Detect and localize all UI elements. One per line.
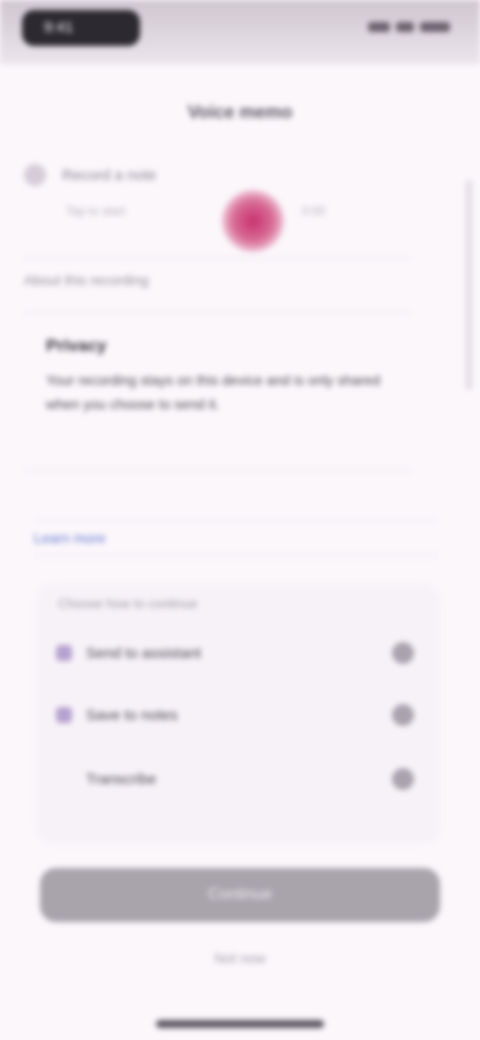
scrollbar[interactable]: [466, 180, 472, 390]
record-hint: Tap to start: [66, 204, 126, 218]
chevron-right-icon: [392, 768, 414, 790]
screen: 9:41 Voice memo Record a note Tap to sta…: [0, 0, 480, 1040]
not-now-link[interactable]: Not now: [0, 950, 480, 966]
chevron-right-icon: [392, 704, 414, 726]
wifi-icon: [396, 22, 414, 32]
list-item[interactable]: Transcribe: [50, 758, 428, 800]
assistant-icon: [56, 645, 72, 661]
record-section-row: Record a note: [24, 164, 156, 186]
status-icons: [354, 20, 450, 34]
record-section-label: Record a note: [62, 166, 157, 184]
card-title: Privacy: [46, 336, 107, 355]
divider: [24, 470, 410, 471]
signal-icon: [368, 22, 390, 32]
list-item[interactable]: Send to assistant: [50, 632, 428, 674]
learn-more-link[interactable]: Learn more: [34, 530, 106, 546]
card-body: Your recording stays on this device and …: [46, 372, 381, 412]
options-card: Choose how to continue Send to assistant…: [36, 584, 440, 844]
status-time: 9:41: [44, 19, 74, 36]
divider: [24, 258, 410, 259]
continue-button[interactable]: Continue: [40, 868, 440, 922]
record-button[interactable]: [222, 190, 284, 252]
home-indicator[interactable]: [156, 1020, 324, 1028]
list-item-label: Save to notes: [86, 706, 178, 724]
learn-more-row[interactable]: Learn more: [34, 520, 438, 556]
chevron-right-icon: [392, 642, 414, 664]
list-item[interactable]: Save to notes: [50, 694, 428, 736]
transcribe-icon: [56, 771, 72, 787]
section-heading: About this recording: [24, 272, 149, 288]
list-item-label: Send to assistant: [86, 644, 202, 662]
status-bar: 9:41: [0, 0, 480, 64]
check-icon: [24, 164, 46, 186]
divider: [24, 312, 410, 313]
notes-icon: [56, 707, 72, 723]
list-item-label: Transcribe: [86, 770, 157, 788]
page-title: Voice memo: [187, 102, 293, 122]
options-title: Choose how to continue: [58, 596, 198, 611]
battery-icon: [420, 22, 450, 32]
record-timer: 0:00: [302, 204, 326, 218]
time-pill: 9:41: [22, 10, 140, 46]
